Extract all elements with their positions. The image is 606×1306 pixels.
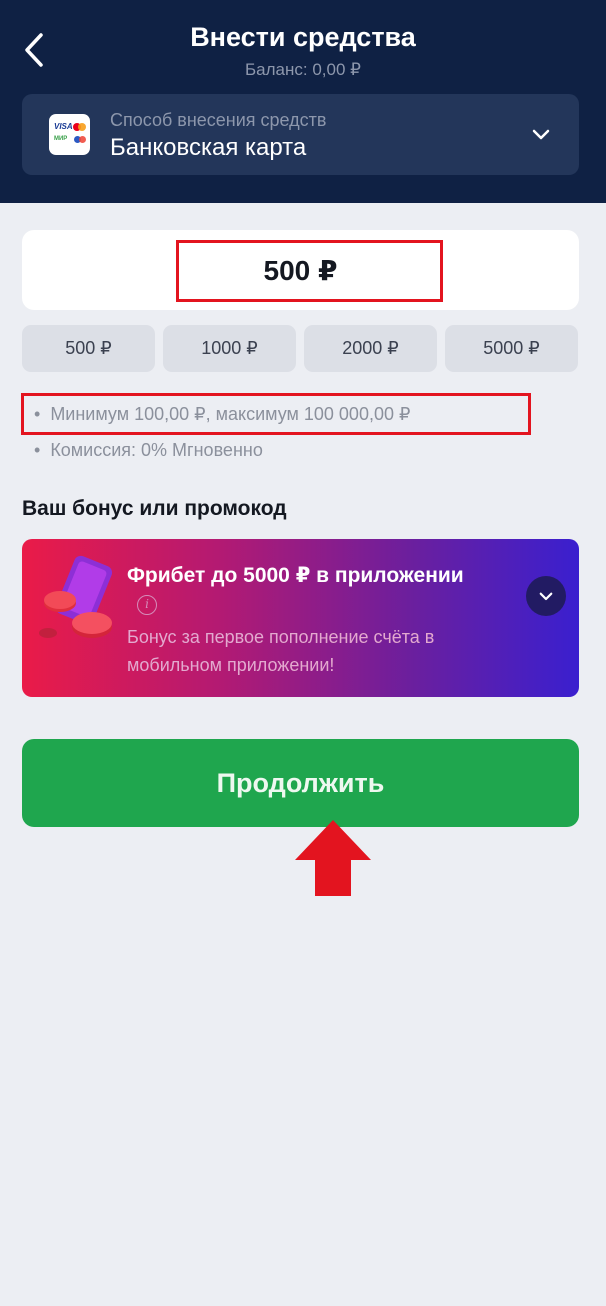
visa-logo-text: VISA [54,122,73,131]
continue-button[interactable]: Продолжить [22,739,579,827]
quick-amount-5000[interactable]: 5000 ₽ [445,325,578,372]
bonus-expand-button[interactable] [526,576,566,616]
quick-amount-500[interactable]: 500 ₽ [22,325,155,372]
commission-info: • Комиссия: 0% Мгновенно [34,440,263,461]
chevron-down-icon [532,129,550,140]
amount-input[interactable]: 500 ₽ [22,230,579,310]
mir-logo-text: МИР [54,136,68,142]
limits-text: Минимум 100,00 ₽, максимум 100 000,00 ₽ [50,404,411,424]
bonus-heading: Ваш бонус или промокод [22,497,287,520]
limits-info: • Минимум 100,00 ₽, максимум 100 000,00 ₽ [34,404,410,425]
amount-value: 500 ₽ [263,255,338,286]
bonus-description: Бонус за первое пополнение счёта в мобил… [127,627,435,675]
quick-amount-1000[interactable]: 1000 ₽ [163,325,296,372]
payment-method-value: Банковская карта [110,134,307,161]
chevron-down-icon [539,592,553,601]
bonus-title: Фрибет до 5000 ₽ в приложении [127,564,464,587]
commission-text: Комиссия: 0% Мгновенно [50,440,263,460]
info-icon[interactable]: i [137,595,157,615]
phone-chips-icon [39,555,113,638]
bank-card-icon: VISA МИР [49,114,90,155]
quick-amount-2000[interactable]: 2000 ₽ [304,325,437,372]
bullet: • [34,404,41,424]
header: Внести средства Баланс: 0,00 ₽ VISA МИР … [0,0,606,203]
payment-method-label: Способ внесения средств [110,110,327,130]
red-up-arrow-icon [295,820,371,896]
bullet: • [34,440,41,460]
bonus-card[interactable]: Фрибет до 5000 ₽ в приложении i Бонус за… [22,539,579,697]
payment-method-selector[interactable]: VISA МИР Способ внесения средств Банковс… [22,94,579,175]
page-title: Внести средства [190,22,416,52]
balance-text: Баланс: 0,00 ₽ [245,60,361,79]
